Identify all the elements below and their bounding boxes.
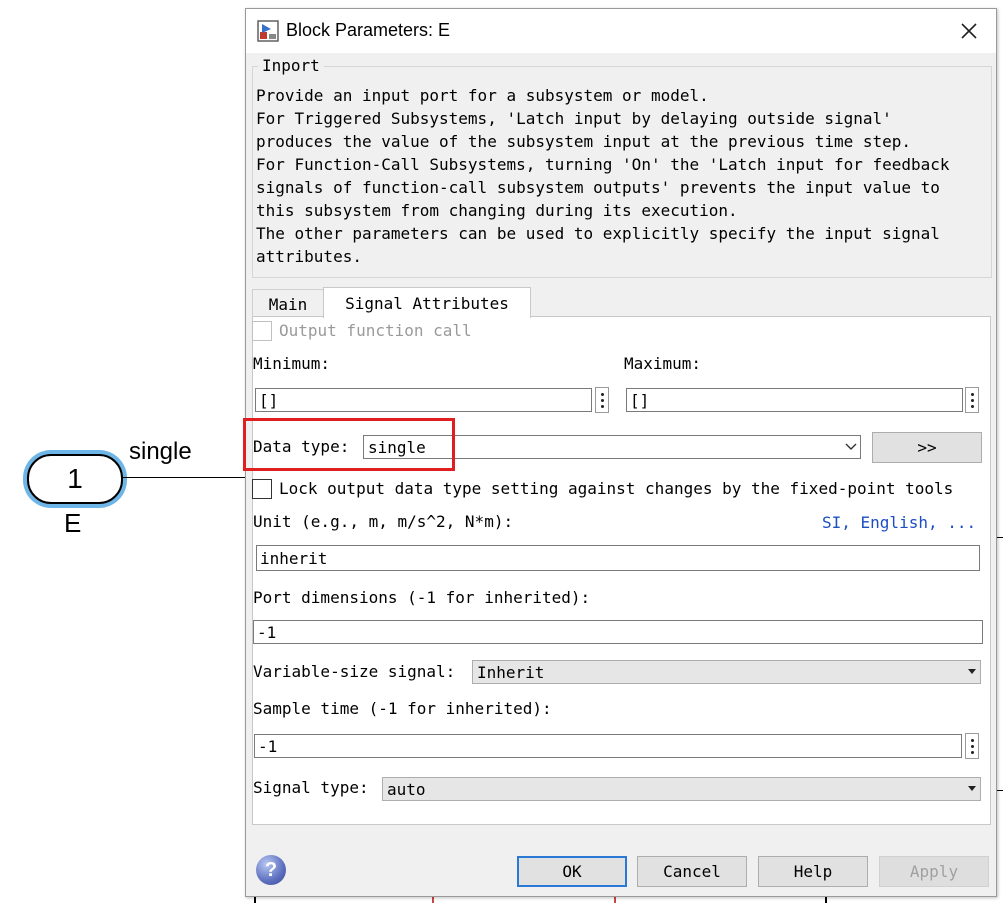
background-line [432, 897, 434, 903]
inport-number: 1 [67, 463, 83, 494]
description-line: The other parameters can be used to expl… [256, 224, 940, 243]
lock-output-label: Lock output data type setting against ch… [279, 479, 954, 498]
background-line [254, 897, 256, 903]
close-button[interactable] [951, 14, 987, 48]
tab-signal-attributes[interactable]: Signal Attributes [323, 287, 531, 318]
output-function-call-label: Output function call [279, 321, 472, 340]
background-line [825, 897, 827, 903]
simulink-block-icon [257, 20, 279, 42]
description-line: For Triggered Subsystems, 'Latch input b… [256, 109, 892, 128]
minimum-label: Minimum: [253, 354, 331, 373]
sample-time-options-button[interactable] [965, 733, 979, 759]
description-line: For Function-Call Subsystems, turning 'O… [256, 155, 950, 174]
group-title: Inport [258, 56, 324, 75]
port-dimensions-label: Port dimensions (-1 for inherited): [253, 588, 591, 607]
output-function-call-checkbox[interactable] [252, 321, 272, 341]
maximum-options-button[interactable] [965, 387, 979, 413]
signal-type-value: auto [387, 780, 426, 799]
ok-button[interactable]: OK [517, 856, 627, 887]
description-line: produces the value of the subsystem inpu… [256, 132, 912, 151]
tab-main[interactable]: Main [252, 289, 324, 318]
variable-size-select[interactable]: Inherit [472, 660, 981, 684]
variable-size-label: Variable-size signal: [253, 662, 456, 681]
signal-line[interactable] [121, 477, 246, 478]
close-icon [961, 23, 977, 39]
maximum-label: Maximum: [624, 354, 702, 373]
description-line: attributes. [256, 247, 362, 266]
lock-output-checkbox[interactable] [252, 479, 272, 499]
unit-label: Unit (e.g., m, m/s^2, N*m): [253, 512, 514, 531]
signal-type-select[interactable]: auto [382, 777, 981, 801]
block-description: Provide an input port for a subsystem or… [256, 84, 986, 268]
description-line: Provide an input port for a subsystem or… [256, 86, 709, 105]
variable-size-value: Inherit [477, 663, 545, 682]
cancel-button[interactable]: Cancel [637, 856, 747, 887]
dropdown-arrow-icon [968, 669, 976, 674]
sample-time-label: Sample time (-1 for inherited): [253, 699, 552, 718]
unit-input[interactable]: inherit [256, 545, 980, 571]
dialog-title: Block Parameters: E [286, 20, 451, 40]
minimum-input[interactable]: [] [255, 388, 592, 412]
dropdown-arrow-icon [968, 786, 976, 791]
unit-system-link[interactable]: SI, English, ... [822, 513, 976, 532]
port-dimensions-input[interactable]: -1 [253, 620, 983, 644]
background-line [614, 897, 616, 903]
title-bar[interactable]: Block Parameters: E [246, 9, 996, 53]
sample-time-input[interactable]: -1 [254, 734, 962, 758]
apply-button: Apply [879, 856, 989, 887]
data-type-assistant-button[interactable]: >> [872, 432, 982, 463]
help-button[interactable]: Help [758, 856, 868, 887]
minimum-options-button[interactable] [595, 387, 609, 413]
block-name: E [64, 508, 82, 538]
description-line: this subsystem from changing during its … [256, 201, 738, 220]
signal-label: single [129, 438, 192, 465]
inport-block[interactable]: 1 [27, 454, 123, 504]
help-icon[interactable]: ? [256, 855, 286, 885]
signal-type-label: Signal type: [253, 778, 369, 797]
highlight-box [243, 418, 455, 471]
maximum-input[interactable]: [] [626, 388, 963, 412]
description-line: signals of function-call subsystem outpu… [256, 178, 940, 197]
chevron-down-icon [845, 443, 857, 450]
